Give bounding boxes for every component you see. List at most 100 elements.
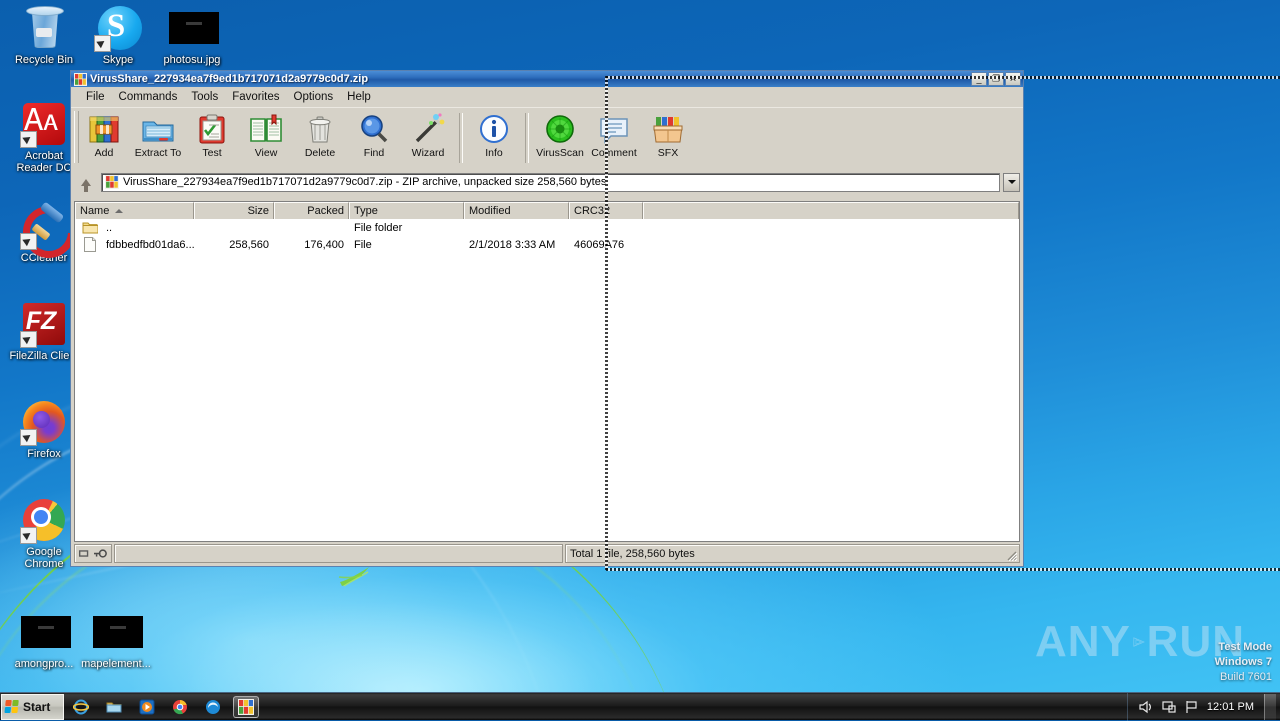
- column-header-label: Size: [247, 205, 269, 217]
- table-row[interactable]: fdbbedfbd01da6... 258,560 176,400 File 2/1/2…: [75, 236, 1019, 253]
- winrar-address-row[interactable]: VirusShare_227934ea7f9ed1b717071d2a9779c…: [71, 171, 1023, 193]
- green-shield-icon: [543, 113, 577, 146]
- toolbar-add[interactable]: Add: [77, 111, 131, 159]
- desktop-icon-mapelement[interactable]: mapelement...: [80, 608, 152, 670]
- desktop-icon-recycle-bin[interactable]: Recycle Bin: [8, 4, 80, 66]
- toolbar-extract-to[interactable]: Extract To: [131, 111, 185, 159]
- archive-path-input[interactable]: VirusShare_227934ea7f9ed1b717071d2a9779c…: [101, 172, 1000, 192]
- key-icon: [94, 549, 107, 558]
- show-desktop-button[interactable]: [1264, 694, 1276, 720]
- column-modified[interactable]: Modified: [464, 202, 569, 219]
- cell-type: File folder: [354, 221, 403, 234]
- chrome-icon: [20, 496, 68, 544]
- status-total-panel: Total 1 file, 258,560 bytes: [565, 544, 1020, 563]
- menu-options[interactable]: Options: [287, 89, 341, 105]
- file-list-area[interactable]: Name Size Packed Type Modified CRC32 .. File f…: [74, 201, 1020, 542]
- black-icon: [168, 4, 219, 52]
- toolbar-label: SFX: [657, 147, 679, 159]
- toolbar-comment[interactable]: Comment: [587, 111, 641, 159]
- column-size[interactable]: Size: [194, 202, 274, 219]
- menu-commands[interactable]: Commands: [112, 89, 185, 105]
- test-mode-line2: Windows 7: [1214, 656, 1272, 668]
- wallpaper-leaf-icon: [338, 567, 369, 587]
- close-button[interactable]: ✕: [1005, 72, 1021, 86]
- taskbar-internet-explorer[interactable]: [68, 696, 94, 718]
- taskbar-winrar[interactable]: [233, 696, 259, 718]
- shortcut-overlay-icon: [20, 331, 37, 348]
- menu-tools[interactable]: Tools: [184, 89, 225, 105]
- system-tray[interactable]: 12:01 PM: [1126, 693, 1280, 721]
- resize-grip-icon[interactable]: [1005, 549, 1017, 561]
- desktop-icon-label: amongpro...: [14, 658, 74, 670]
- column-blank[interactable]: [643, 202, 1019, 219]
- table-row[interactable]: .. File folder: [75, 219, 1019, 236]
- toolbar-test[interactable]: Test: [185, 111, 239, 159]
- maximize-button[interactable]: ❐: [988, 72, 1004, 86]
- selection-icon: [79, 550, 89, 557]
- toolbar-sfx[interactable]: SFX: [641, 111, 695, 159]
- test-mode-line3: Build 7601: [1220, 671, 1272, 683]
- column-crc32[interactable]: CRC32: [569, 202, 643, 219]
- flag-icon[interactable]: [1184, 699, 1200, 715]
- taskbar-google-chrome[interactable]: [167, 696, 193, 718]
- acrobat-icon: 🗛: [20, 100, 68, 148]
- test-mode-line1: Test Mode: [1218, 641, 1272, 653]
- desktop-icon-photosu-jpg[interactable]: photosu.jpg: [156, 4, 228, 66]
- taskbar-clock[interactable]: 12:01 PM: [1207, 701, 1254, 713]
- taskbar[interactable]: Start 12:01 PM: [0, 692, 1280, 721]
- desktop-icon-amongpro[interactable]: amongpro...: [8, 608, 80, 670]
- winrar-window[interactable]: VirusShare_227934ea7f9ed1b717071d2a9779c…: [70, 70, 1024, 567]
- open-box-icon: [651, 113, 685, 146]
- column-name[interactable]: Name: [75, 202, 194, 219]
- media-player-icon: [139, 699, 155, 715]
- winrar-toolbar[interactable]: Add Extract To Test View Delete Find Wizard Inf…: [71, 107, 1023, 171]
- winrar-archive-icon: [105, 175, 119, 189]
- toolbar-wizard[interactable]: Wizard: [401, 111, 455, 159]
- menu-file[interactable]: File: [79, 89, 112, 105]
- archive-path-dropdown-button[interactable]: [1003, 172, 1020, 192]
- archive-path-text: VirusShare_227934ea7f9ed1b717071d2a9779c…: [123, 176, 607, 188]
- taskbar-browser[interactable]: [200, 696, 226, 718]
- menu-help[interactable]: Help: [340, 89, 378, 105]
- cell-modified: 2/1/2018 3:33 AM: [469, 238, 556, 251]
- file-icon: [82, 237, 98, 252]
- winrar-menu-bar[interactable]: File Commands Tools Favorites Options Help: [71, 87, 1023, 107]
- cell-type: File: [354, 238, 372, 251]
- taskbar-media-player[interactable]: [134, 696, 160, 718]
- speaker-icon[interactable]: [1138, 699, 1154, 715]
- column-header-label: Packed: [307, 205, 344, 217]
- status-selection-panel[interactable]: [74, 544, 112, 563]
- desktop-icon-label: Skype: [102, 54, 134, 66]
- open-book-icon: [249, 113, 283, 146]
- toolbar-info[interactable]: Info: [467, 111, 521, 159]
- open-folder-icon: [141, 113, 175, 146]
- maximize-glyph: ❐: [991, 73, 1001, 84]
- column-type[interactable]: Type: [349, 202, 464, 219]
- up-one-level-button[interactable]: [74, 171, 98, 193]
- winrar-title-bar[interactable]: VirusShare_227934ea7f9ed1b717071d2a9779c…: [71, 71, 1023, 87]
- minimize-button[interactable]: _: [971, 72, 987, 86]
- file-list-rows[interactable]: .. File folder fdbbedfbd01da6... 258,560 176…: [75, 219, 1019, 541]
- toolbar-delete[interactable]: Delete: [293, 111, 347, 159]
- column-header-label: Modified: [469, 205, 511, 217]
- start-button[interactable]: Start: [1, 694, 64, 720]
- winrar-status-bar: Total 1 file, 258,560 bytes: [74, 544, 1020, 563]
- cell-packed: 176,400: [304, 238, 344, 251]
- toolbar-view[interactable]: View: [239, 111, 293, 159]
- taskbar-windows-explorer[interactable]: [101, 696, 127, 718]
- network-icon[interactable]: [1161, 699, 1177, 715]
- cell-crc32: 46069A76: [574, 238, 625, 251]
- menu-favorites[interactable]: Favorites: [225, 89, 286, 105]
- toolbar-virusscan[interactable]: VirusScan: [533, 111, 587, 159]
- toolbar-label: Add: [94, 147, 114, 159]
- column-packed[interactable]: Packed: [274, 202, 349, 219]
- anyrun-any-text: ANY: [1035, 617, 1131, 666]
- desktop-icon-skype[interactable]: S Skype: [82, 4, 154, 66]
- toolbar-find[interactable]: Find: [347, 111, 401, 159]
- test-mode-banner: Test Mode Windows 7 Build 7601: [1122, 640, 1272, 685]
- shortcut-overlay-icon: [94, 35, 111, 52]
- file-list-column-headers[interactable]: Name Size Packed Type Modified CRC32: [75, 202, 1019, 220]
- magnifier-icon: [357, 113, 391, 146]
- up-arrow-icon: [81, 178, 91, 192]
- desktop-icon-label: Recycle Bin: [14, 54, 74, 66]
